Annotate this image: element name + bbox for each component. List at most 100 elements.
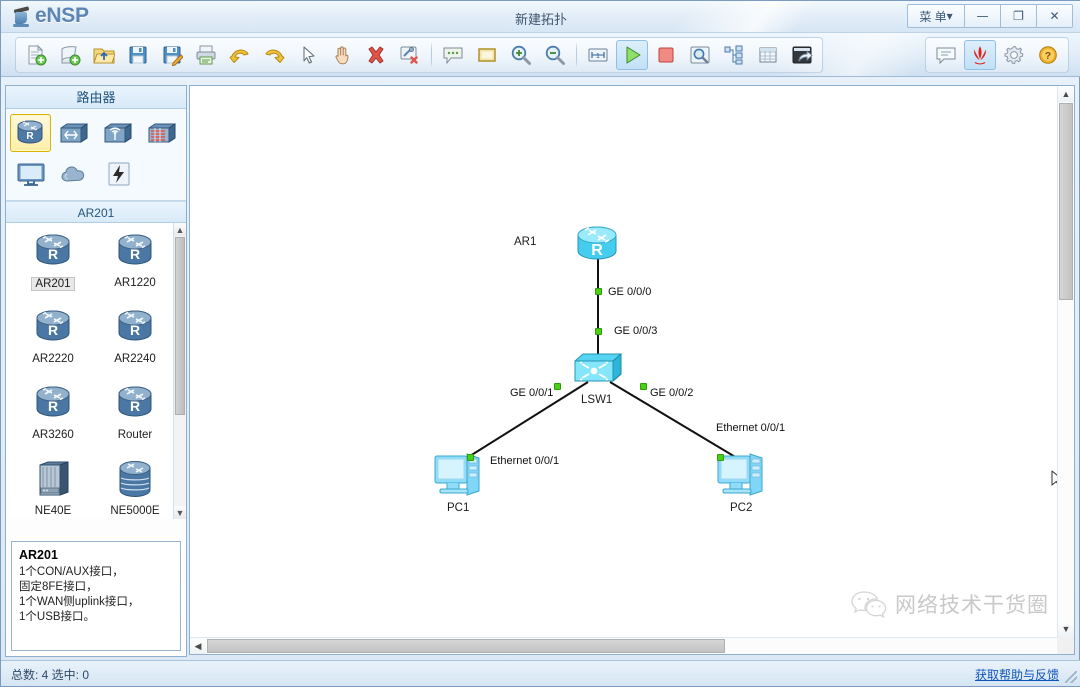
printer-icon xyxy=(196,45,216,65)
device-router[interactable]: R Router xyxy=(94,381,176,455)
model-panel-header: AR201 xyxy=(6,201,186,223)
link-dot-lsw1-ge0-0-1[interactable] xyxy=(554,383,561,390)
window-controls: 菜 单 ▾ — ❐ ✕ xyxy=(907,4,1073,28)
router-icon: R xyxy=(118,234,152,265)
model-list-scrollbar[interactable]: ▲ ▼ xyxy=(173,223,186,519)
packet-capture-icon xyxy=(690,46,710,64)
menu-button[interactable]: 菜 单 ▾ xyxy=(907,4,965,28)
delete-link-icon xyxy=(400,46,418,64)
node-ar1[interactable]: R xyxy=(569,222,625,277)
add-shape-button[interactable] xyxy=(471,40,503,70)
maximize-button[interactable]: ❐ xyxy=(1001,4,1037,28)
topology-tree-icon xyxy=(724,45,743,65)
delete-link-button[interactable] xyxy=(394,40,426,70)
delete-x-icon xyxy=(368,46,384,64)
topology-canvas[interactable]: R AR1 LSW1 PC1 PC2 GE 0/0/0 GE 0/0/3 GE … xyxy=(189,85,1075,655)
category-row-2 xyxy=(10,155,182,193)
undo-button[interactable] xyxy=(224,40,256,70)
iface-lsw1-ge0-0-3: GE 0/0/3 xyxy=(614,325,658,337)
horizontal-scroll-thumb[interactable] xyxy=(207,639,725,653)
router-icon: R xyxy=(118,310,152,341)
select-tool-button[interactable] xyxy=(292,40,324,70)
minimize-button[interactable]: — xyxy=(965,4,1001,28)
resize-grip[interactable] xyxy=(1065,671,1077,683)
canvas-viewport[interactable]: R AR1 LSW1 PC1 PC2 GE 0/0/0 GE 0/0/3 GE … xyxy=(190,86,1057,637)
zoom-reset-button[interactable]: 1 xyxy=(582,40,614,70)
device-ne5000e[interactable]: NE5000E xyxy=(94,457,176,519)
category-firewall[interactable] xyxy=(141,114,182,152)
zoom-in-button[interactable] xyxy=(505,40,537,70)
iface-ar1-ge0-0-0: GE 0/0/0 xyxy=(608,286,652,298)
feedback-icon[interactable] xyxy=(930,40,962,70)
device-ar1220[interactable]: R AR1220 xyxy=(94,229,176,303)
scroll-up-icon[interactable]: ▲ xyxy=(174,223,186,236)
save-button[interactable] xyxy=(122,40,154,70)
device-ar2240[interactable]: R AR2240 xyxy=(94,305,176,379)
link-dot-lsw1-ge0-0-2[interactable] xyxy=(640,383,647,390)
cloud-category-icon xyxy=(60,166,84,182)
node-lsw1[interactable] xyxy=(571,349,625,398)
hand-tool-button[interactable] xyxy=(326,40,358,70)
save-as-button[interactable] xyxy=(156,40,188,70)
close-button[interactable]: ✕ xyxy=(1037,4,1073,28)
link-dot-pc1-eth0-0-1[interactable] xyxy=(467,454,474,461)
toolbar-right-group: ? xyxy=(925,37,1069,73)
scroll-down-icon[interactable]: ▼ xyxy=(174,506,186,519)
svg-text:R: R xyxy=(130,322,140,338)
device-label: AR2220 xyxy=(32,353,74,365)
new-topology-button[interactable] xyxy=(20,40,52,70)
category-router[interactable]: R xyxy=(10,114,51,152)
svg-text:1: 1 xyxy=(596,53,600,60)
redo-button[interactable] xyxy=(258,40,290,70)
node-ar1-label: AR1 xyxy=(514,236,537,248)
topology-tree-button[interactable] xyxy=(718,40,750,70)
help-feedback-link[interactable]: 获取帮助与反馈 xyxy=(975,666,1059,683)
category-terminal[interactable] xyxy=(10,155,51,193)
scroll-down-icon[interactable]: ▼ xyxy=(1058,621,1074,637)
canvas-vertical-scrollbar[interactable]: ▲ ▼ xyxy=(1057,86,1074,637)
router-icon: R xyxy=(118,386,152,417)
category-connection[interactable] xyxy=(98,155,139,193)
category-switch[interactable] xyxy=(54,114,95,152)
device-ar3260[interactable]: R AR3260 xyxy=(12,381,94,455)
device-label: AR2240 xyxy=(114,353,156,365)
hand-icon xyxy=(335,46,349,65)
node-pc1-label: PC1 xyxy=(447,502,470,514)
vertical-scroll-thumb[interactable] xyxy=(1059,103,1073,300)
link-dot-lsw1-ge0-0-3[interactable] xyxy=(595,328,602,335)
link-dot-pc2-eth0-0-1[interactable] xyxy=(717,454,724,461)
delete-button[interactable] xyxy=(360,40,392,70)
canvas-horizontal-scrollbar[interactable]: ◀ xyxy=(190,637,1057,654)
iface-lsw1-ge0-0-1: GE 0/0/1 xyxy=(510,387,554,399)
undo-arrow-icon xyxy=(229,49,249,63)
huawei-logo-icon[interactable] xyxy=(964,40,996,70)
settings-gear-icon[interactable] xyxy=(998,40,1030,70)
device-ar2220[interactable]: R AR2220 xyxy=(12,305,94,379)
help-icon[interactable]: ? xyxy=(1032,40,1064,70)
new-device-button[interactable] xyxy=(54,40,86,70)
link-dot-ar1-ge0-0-0[interactable] xyxy=(595,288,602,295)
print-button[interactable] xyxy=(190,40,222,70)
grid-button[interactable] xyxy=(752,40,784,70)
open-button[interactable] xyxy=(88,40,120,70)
category-cloud[interactable] xyxy=(54,155,95,193)
start-all-button[interactable] xyxy=(616,40,648,70)
add-note-button[interactable] xyxy=(437,40,469,70)
scroll-up-icon[interactable]: ▲ xyxy=(1058,86,1074,102)
restore-window-button[interactable] xyxy=(786,40,818,70)
device-ar201[interactable]: R AR201 xyxy=(12,229,94,303)
restore-window-icon xyxy=(792,46,813,64)
router-icon: R xyxy=(36,310,70,341)
stop-all-button[interactable] xyxy=(650,40,682,70)
status-bar: 总数: 4 选中: 0 获取帮助与反馈 xyxy=(1,660,1080,686)
device-ne40e[interactable]: NE40E xyxy=(12,457,94,519)
node-pc1[interactable] xyxy=(431,450,487,507)
capture-button[interactable] xyxy=(684,40,716,70)
bigrouter-icon xyxy=(119,461,151,498)
toolbar-main-group: 1 xyxy=(15,37,823,73)
category-wlan[interactable] xyxy=(98,114,139,152)
zoom-out-button[interactable] xyxy=(539,40,571,70)
scroll-thumb[interactable] xyxy=(175,237,185,415)
svg-text:R: R xyxy=(48,322,58,338)
scroll-left-icon[interactable]: ◀ xyxy=(190,638,206,654)
